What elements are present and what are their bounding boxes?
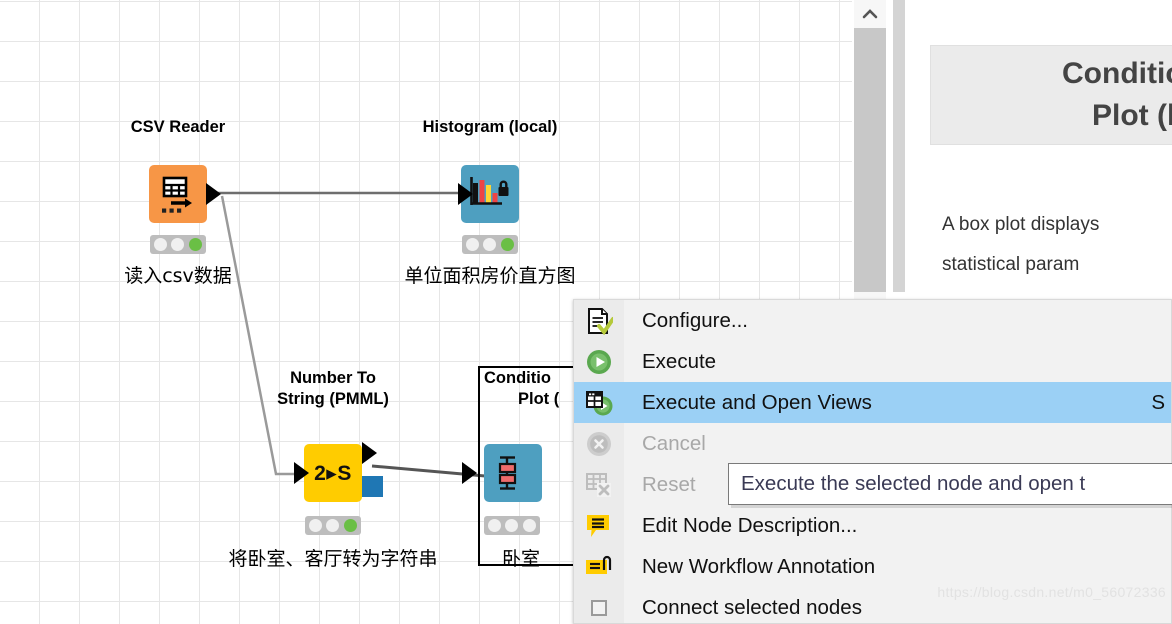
checkbox-icon <box>584 593 614 623</box>
node-number-to-string-pmml[interactable]: Number To String (PMML) 2▸S 将卧室、客厅转为字符串 <box>228 368 437 578</box>
node-number-to-string-pmml-box[interactable]: 2▸S <box>304 444 362 502</box>
status-lamp-executed <box>500 238 514 251</box>
status-lamp-idle <box>466 238 480 251</box>
node-number-to-string-pmml-label: 将卧室、客厅转为字符串 <box>228 548 438 570</box>
configure-icon <box>584 306 614 336</box>
menu-item-configure-label: Configure... <box>642 308 748 332</box>
box-plot-icon <box>498 456 517 490</box>
bar-chart-lock-icon <box>470 177 509 205</box>
menu-item-edit-node-description[interactable]: Edit Node Description... <box>574 505 1171 546</box>
node-number-to-string-pmml-input-port[interactable] <box>294 462 309 484</box>
node-histogram-local-title: Histogram (local) <box>422 118 558 136</box>
menu-item-cancel: Cancel <box>574 423 1171 464</box>
node-csv-reader-output-port[interactable] <box>206 183 221 205</box>
execute-open-views-icon <box>584 388 614 418</box>
node-csv-reader-box[interactable] <box>149 165 207 223</box>
status-lamp-idle <box>505 519 519 532</box>
menu-item-cancel-label: Cancel <box>642 431 706 455</box>
status-lamp-executed <box>343 519 357 532</box>
menu-item-edit-node-description-label: Edit Node Description... <box>642 513 858 537</box>
node-conditional-box-plot-local-box[interactable] <box>484 444 542 502</box>
menu-item-execute-label: Execute <box>642 349 717 373</box>
node-csv-reader-label: 读入csv数据 <box>124 265 232 287</box>
pane-divider <box>893 0 905 292</box>
status-lamp-idle <box>309 519 323 532</box>
2-to-S-icon: 2▸S <box>314 461 352 485</box>
node-number-to-string-pmml-output-port[interactable] <box>362 442 377 464</box>
description-title-card: Conditional Plot (loca <box>930 45 1172 145</box>
node-csv-reader-status <box>150 235 206 254</box>
menu-item-new-workflow-annotation[interactable]: New Workflow Annotation <box>574 546 1171 587</box>
node-context-menu[interactable]: Configure... Execute Execute and Open Vi… <box>573 299 1172 624</box>
menu-item-configure[interactable]: Configure... <box>574 300 1171 341</box>
menu-item-execute-and-open-views[interactable]: Execute and Open Views S <box>574 382 1171 423</box>
node-conditional-box-plot-local-input-port[interactable] <box>462 462 477 484</box>
chevron-up-icon[interactable] <box>854 0 886 28</box>
node-histogram-local-label: 单位面积房价直方图 <box>404 265 576 287</box>
node-csv-reader[interactable]: CSV Reader 读入csv数据 <box>113 118 243 293</box>
new-annotation-icon <box>584 552 614 582</box>
description-paragraph: A box plot displays statistical param <box>942 214 1100 275</box>
node-number-to-string-pmml-status <box>305 516 361 535</box>
node-histogram-local-status <box>462 235 518 254</box>
menu-item-execute-and-open-views-accel: S <box>1151 390 1165 414</box>
status-lamp-idle <box>488 519 502 532</box>
menu-item-tooltip: Execute the selected node and open t <box>728 463 1172 505</box>
watermark: https://blog.csdn.net/m0_56072336 <box>937 584 1166 600</box>
status-lamp-idle <box>154 238 168 251</box>
menu-item-new-workflow-annotation-label: New Workflow Annotation <box>642 554 876 578</box>
execute-icon <box>584 347 614 377</box>
menu-item-connect-selected-nodes-label: Connect selected nodes <box>642 595 862 619</box>
status-lamp-executed <box>188 238 202 251</box>
node-number-to-string-pmml-model-port[interactable] <box>362 476 383 497</box>
menu-item-tooltip-text: Execute the selected node and open t <box>741 472 1086 495</box>
table-arrow-icon <box>162 176 192 213</box>
node-conditional-box-plot-local-status <box>484 516 540 535</box>
edit-description-icon <box>584 511 614 541</box>
menu-item-execute[interactable]: Execute <box>574 341 1171 382</box>
status-lamp-idle <box>171 238 185 251</box>
node-histogram-local[interactable]: Histogram (local) 单位面积房价直方图 <box>395 118 585 293</box>
reset-icon <box>584 470 614 500</box>
cancel-icon <box>584 429 614 459</box>
description-title: Conditional Plot (loca <box>1062 57 1172 132</box>
menu-item-execute-and-open-views-label: Execute and Open Views <box>642 390 872 414</box>
status-lamp-idle <box>326 519 340 532</box>
status-lamp-idle <box>483 238 497 251</box>
description-scrollbar-thumb[interactable] <box>854 28 886 292</box>
node-number-to-string-pmml-title: Number To String (PMML) <box>277 369 389 408</box>
node-conditional-box-plot-local-label: 卧室 <box>502 548 541 570</box>
node-histogram-local-input-port[interactable] <box>458 183 473 205</box>
status-lamp-idle <box>522 519 536 532</box>
menu-item-reset-label: Reset <box>642 472 696 496</box>
node-conditional-box-plot-local-title: Conditio Plot ( <box>484 369 560 408</box>
node-csv-reader-title: CSV Reader <box>130 118 226 136</box>
